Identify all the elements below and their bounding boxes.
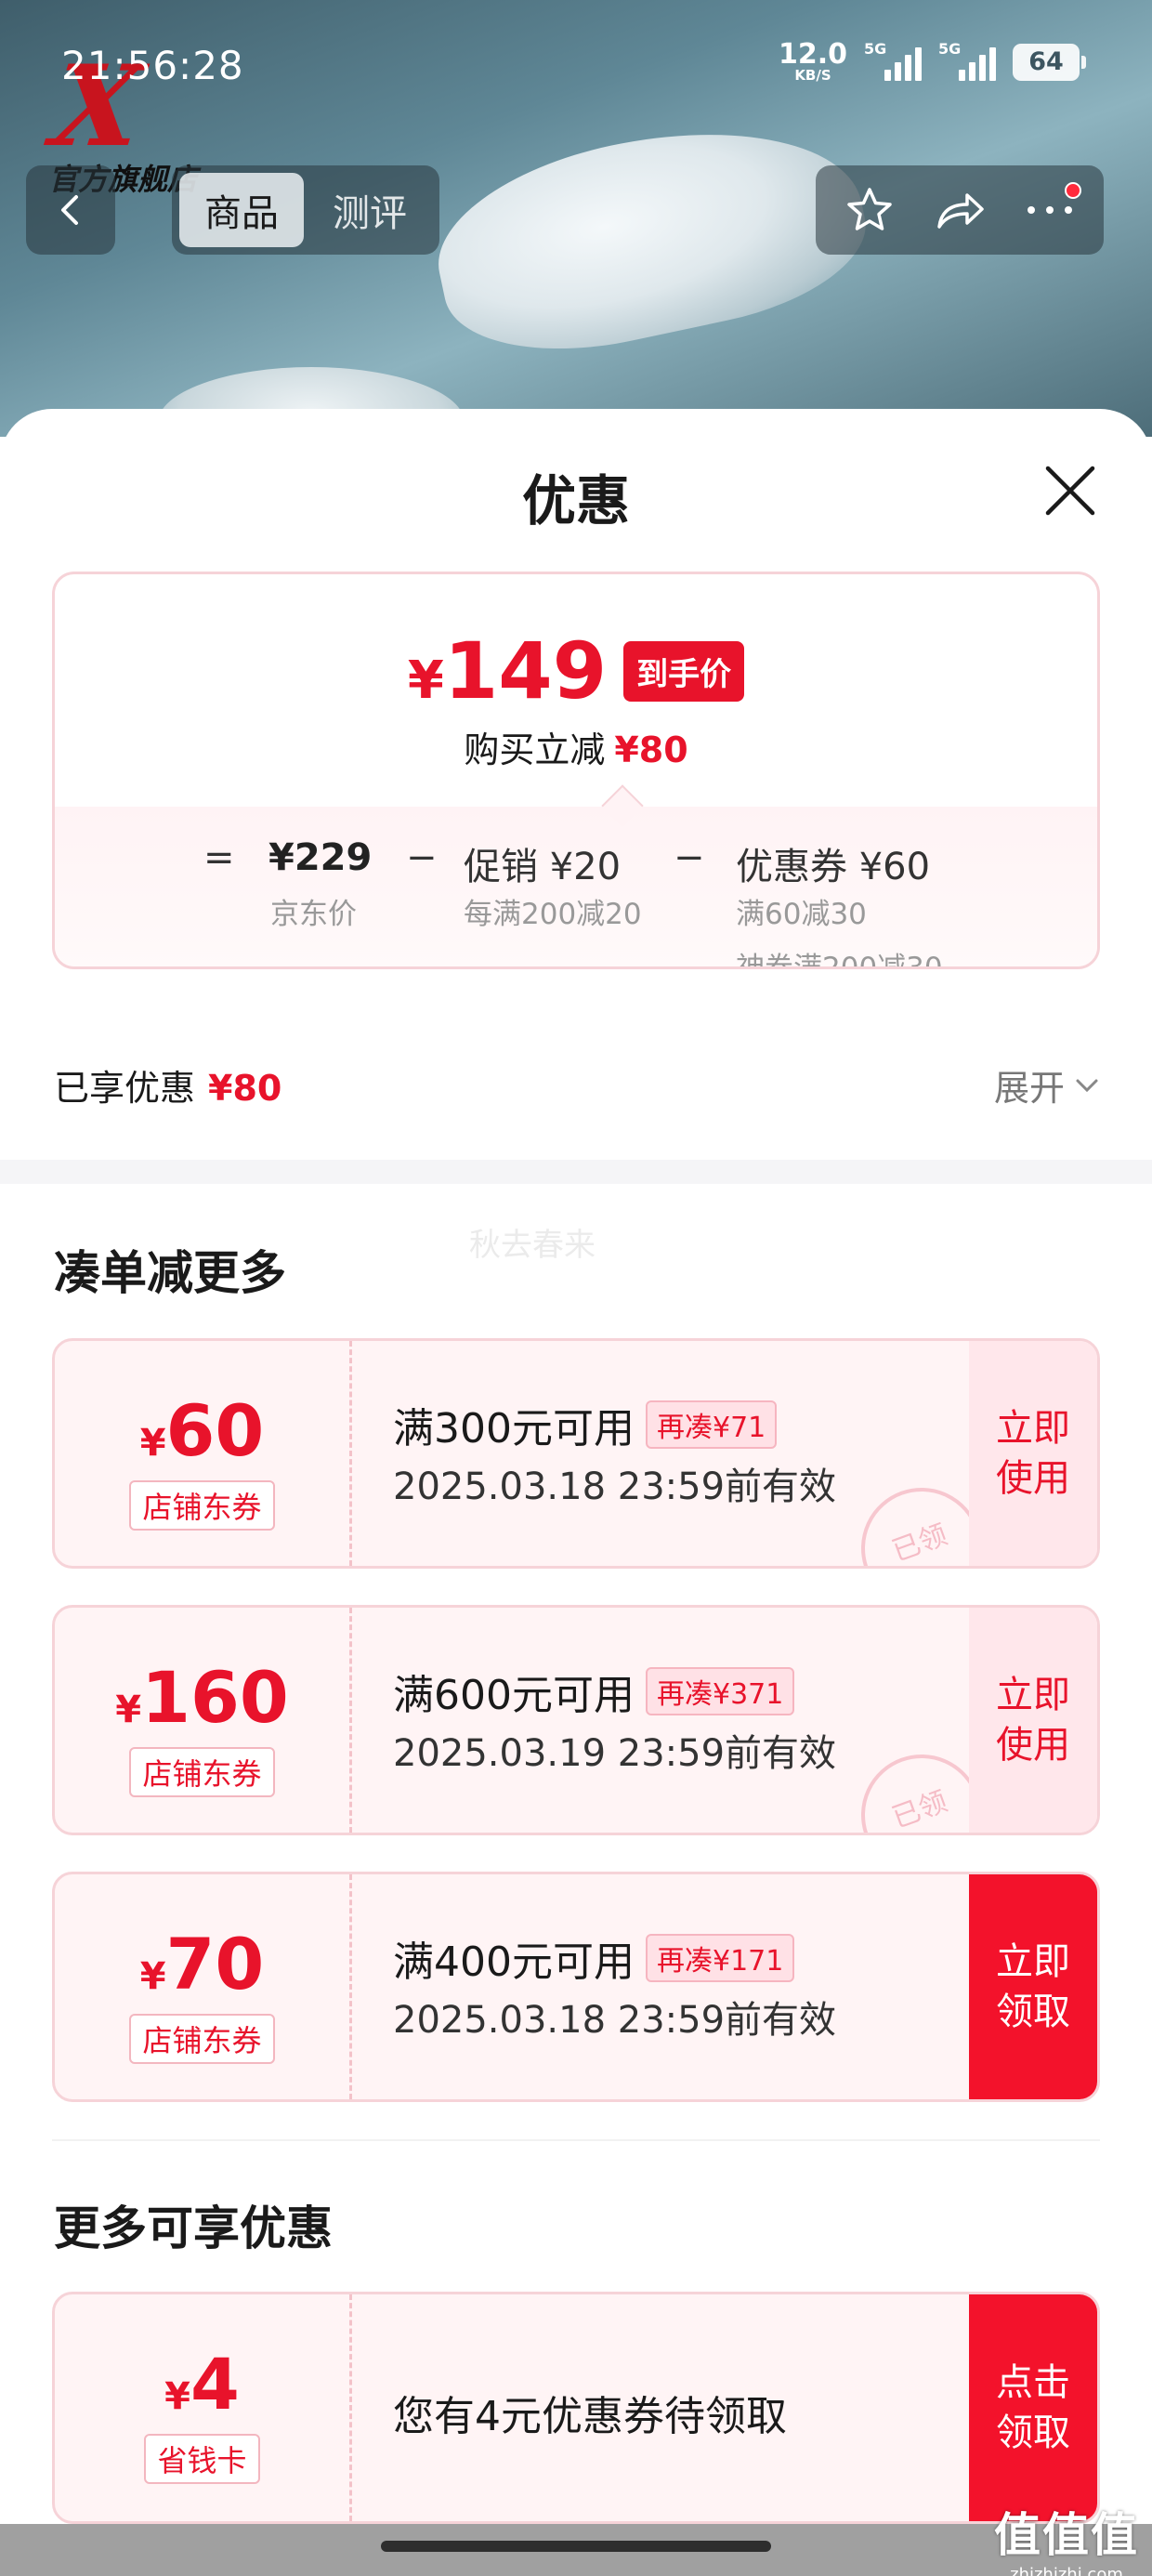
use-coupon-button[interactable]: 立即使用 bbox=[969, 1341, 1097, 1566]
more-button[interactable] bbox=[1013, 173, 1087, 247]
status-icons: 12.0 KB/S 5G 5G 64 bbox=[779, 40, 1086, 83]
coupon-extra-needed: 再凑¥71 bbox=[645, 1400, 778, 1449]
coupon-expiry: 2025.03.18 23:59前有效 bbox=[393, 1999, 837, 2042]
coupon-extra-needed: 再凑¥171 bbox=[645, 1934, 795, 1982]
coupon-type-badge: 省钱卡 bbox=[144, 2434, 260, 2484]
back-button[interactable] bbox=[26, 165, 115, 255]
tab-review[interactable]: 测评 bbox=[308, 173, 432, 247]
discount-sheet: 优惠 ¥ 149 到手价 购买立减 ¥80 = ¥229 京东价 − 促销 ¥20… bbox=[0, 409, 1152, 2576]
section-divider bbox=[0, 1160, 1152, 1184]
base-price-label: 京东价 bbox=[270, 898, 357, 931]
product-nav-bar: 商品 测评 bbox=[0, 165, 1152, 255]
star-icon bbox=[847, 188, 893, 230]
coupon-condition: 满400元可用 bbox=[393, 1939, 635, 1986]
savings-card-coupon: ¥4 省钱卡 您有4元优惠券待领取 点击领取 bbox=[52, 2292, 1100, 2524]
coupon-amount: 优惠券 ¥60 bbox=[736, 846, 931, 888]
formula-equals: = bbox=[203, 836, 235, 879]
coupon-condition: 满600元可用 bbox=[393, 1672, 635, 1719]
battery-icon: 64 bbox=[1013, 43, 1086, 81]
nav-actions bbox=[816, 165, 1104, 255]
coupon-type-badge: 店铺东券 bbox=[129, 2014, 275, 2064]
network-speed: 12.0 KB/S bbox=[779, 41, 847, 83]
coupon-expiry: 2025.03.18 23:59前有效 bbox=[393, 1465, 837, 1508]
signal-1-icon: 5G bbox=[864, 40, 922, 81]
section-title-combine: 凑单减更多 bbox=[54, 1246, 286, 1300]
expand-button[interactable]: 展开 bbox=[994, 1059, 1100, 1111]
instant-reduce: 购买立减 ¥80 bbox=[464, 729, 688, 770]
coupon-card: ¥60 店铺东券 满300元可用 再凑¥71 2025.03.18 23:59前… bbox=[52, 1338, 1100, 1569]
site-watermark: 值值值 zhizhizhi.com bbox=[994, 2508, 1139, 2576]
status-bar: 21:56:28 12.0 KB/S 5G 5G 64 bbox=[0, 0, 1152, 139]
share-icon bbox=[937, 193, 984, 229]
coupon-type-badge: 店铺东券 bbox=[129, 1480, 275, 1531]
formula-minus-1: − bbox=[406, 836, 438, 879]
promo-amount: 促销 ¥20 bbox=[464, 846, 622, 888]
network-speed-value: 12.0 bbox=[778, 38, 847, 71]
price-breakdown-card: ¥ 149 到手价 购买立减 ¥80 = ¥229 京东价 − 促销 ¥20 每满… bbox=[52, 572, 1100, 969]
coupon-type-badge: 店铺东券 bbox=[129, 1747, 275, 1797]
coupon-card: ¥160 店铺东券 满600元可用 再凑¥371 2025.03.19 23:5… bbox=[52, 1605, 1100, 1835]
coupon-value: ¥4 bbox=[164, 2343, 240, 2425]
coupon-extra-needed: 再凑¥371 bbox=[645, 1667, 795, 1715]
coupon-value: ¥160 bbox=[115, 1656, 289, 1739]
coupon-rule-2: 神券满200减30 bbox=[736, 952, 943, 969]
claim-coupon-button[interactable]: 立即领取 bbox=[969, 1874, 1097, 2099]
use-coupon-button[interactable]: 立即使用 bbox=[969, 1608, 1097, 1833]
network-speed-unit: KB/S bbox=[794, 67, 831, 84]
tab-product[interactable]: 商品 bbox=[179, 173, 304, 247]
final-price-tag: 到手价 bbox=[623, 640, 745, 702]
coupon-condition: 满300元可用 bbox=[393, 1405, 635, 1452]
pending-coupon-text: 您有4元优惠券待领取 bbox=[393, 2393, 787, 2440]
product-tabs: 商品 测评 bbox=[172, 165, 439, 255]
close-button[interactable] bbox=[1037, 457, 1104, 524]
claim-savings-card-button[interactable]: 点击领取 bbox=[969, 2294, 1097, 2521]
watermark-text: 秋去春来 bbox=[469, 1227, 596, 1264]
coupon-value: ¥60 bbox=[139, 1389, 265, 1472]
enjoyed-discount: 已享优惠 ¥80 bbox=[54, 1068, 282, 1109]
close-icon bbox=[1045, 466, 1095, 516]
status-time: 21:56:28 bbox=[61, 43, 244, 88]
coupon-card: ¥70 店铺东券 满400元可用 再凑¥171 2025.03.18 23:59… bbox=[52, 1872, 1100, 2102]
gesture-bar[interactable] bbox=[381, 2541, 771, 2552]
share-button[interactable] bbox=[923, 173, 997, 247]
coupon-value: ¥70 bbox=[139, 1923, 265, 2005]
signal-2-icon: 5G bbox=[938, 40, 996, 81]
divider bbox=[52, 2139, 1100, 2141]
promo-rule: 每满200减20 bbox=[464, 898, 642, 931]
notification-dot bbox=[1064, 182, 1081, 199]
favorite-button[interactable] bbox=[832, 173, 907, 247]
back-icon bbox=[61, 195, 78, 225]
chevron-down-icon bbox=[1076, 1079, 1098, 1092]
coupon-expiry: 2025.03.19 23:59前有效 bbox=[393, 1732, 837, 1775]
formula-minus-2: − bbox=[674, 836, 705, 879]
base-price: ¥229 bbox=[268, 836, 373, 879]
final-price: ¥ 149 bbox=[407, 625, 608, 716]
price-formula: = ¥229 京东价 − 促销 ¥20 每满200减20 − 优惠券 ¥60 满… bbox=[55, 807, 1097, 969]
section-title-more-offers: 更多可享优惠 bbox=[54, 2201, 333, 2255]
sheet-title: 优惠 bbox=[521, 469, 630, 532]
more-icon bbox=[1027, 206, 1072, 214]
coupon-rule-1: 满60减30 bbox=[736, 898, 867, 931]
